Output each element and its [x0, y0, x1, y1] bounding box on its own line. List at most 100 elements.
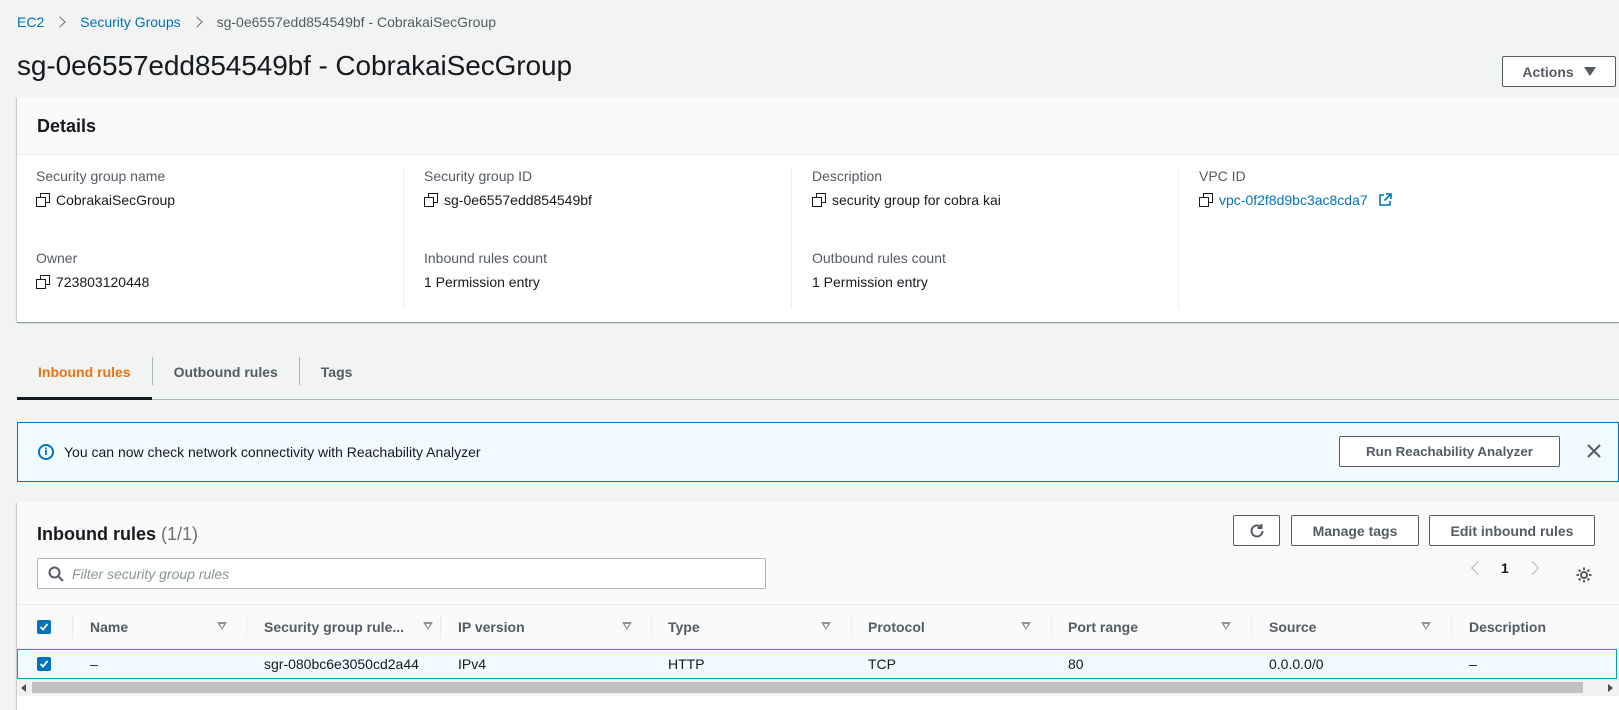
field-value: sg-0e6557edd854549bf [444, 192, 592, 208]
column-separator [440, 616, 441, 638]
column-divider [791, 169, 792, 309]
field-description: Description security group for cobra kai [812, 168, 1001, 208]
edit-inbound-rules-button[interactable]: Edit inbound rules [1429, 515, 1595, 546]
chevron-right-icon [190, 16, 203, 28]
field-value: 1 Permission entry [424, 274, 540, 290]
column-header-source[interactable]: Source [1269, 605, 1316, 649]
cell-name: – [90, 656, 98, 672]
row-checkbox[interactable] [37, 657, 51, 671]
filter-rules-input[interactable] [72, 565, 712, 582]
filter-search-box [37, 558, 766, 589]
sort-icon[interactable] [821, 622, 831, 630]
field-label: Security group ID [424, 168, 533, 184]
column-separator [72, 616, 73, 638]
breadcrumb-link-security-groups[interactable]: Security Groups [80, 14, 180, 30]
column-separator [1251, 616, 1252, 638]
sort-icon[interactable] [1221, 622, 1231, 630]
table-header: Name Security group rule... IP version T… [17, 604, 1619, 649]
field-value: security group for cobra kai [832, 192, 1001, 208]
field-label: Security group name [36, 168, 166, 184]
scrollbar-thumb[interactable] [32, 682, 1583, 693]
rules-count: (1/1) [161, 524, 199, 544]
search-icon [48, 566, 64, 582]
column-separator [851, 616, 852, 638]
sort-icon[interactable] [423, 622, 433, 630]
tab-bar: Inbound rules Outbound rules Tags [17, 353, 1619, 400]
run-reachability-analyzer-button[interactable]: Run Reachability Analyzer [1339, 436, 1560, 467]
breadcrumb-link-ec2[interactable]: EC2 [17, 14, 44, 30]
copy-icon[interactable] [36, 275, 50, 289]
pagination: 1 [1470, 560, 1539, 576]
sort-icon[interactable] [622, 622, 632, 630]
column-header-type[interactable]: Type [668, 605, 700, 649]
refresh-icon [1250, 523, 1263, 537]
cell-description: – [1469, 656, 1477, 672]
field-outbound-rules-count: Outbound rules count 1 Permission entry [812, 250, 946, 290]
field-security-group-name: Security group name CobrakaiSecGroup [36, 168, 175, 208]
field-value: 723803120448 [56, 274, 150, 290]
field-vpc-id: VPC ID vpc-0f2f8d9bc3ac8cda7 [1199, 168, 1392, 208]
column-separator [1051, 616, 1052, 638]
field-inbound-rules-count: Inbound rules count 1 Permission entry [424, 250, 547, 290]
flash-message: You can now check network connectivity w… [64, 444, 481, 460]
tab-tags[interactable]: Tags [300, 353, 374, 399]
copy-icon[interactable] [36, 193, 50, 207]
scroll-left-arrow[interactable] [21, 684, 26, 692]
check-icon [39, 623, 49, 631]
scroll-right-arrow[interactable] [1608, 684, 1613, 692]
gear-icon[interactable] [1575, 566, 1593, 584]
refresh-button[interactable] [1233, 515, 1280, 546]
vpc-id-link[interactable]: vpc-0f2f8d9bc3ac8cda7 [1219, 192, 1368, 208]
sort-icon[interactable] [217, 622, 227, 630]
column-header-description[interactable]: Description [1469, 605, 1546, 649]
tab-inbound-rules[interactable]: Inbound rules [17, 353, 152, 400]
field-label: Outbound rules count [812, 250, 946, 266]
breadcrumb-current: sg-0e6557edd854549bf - CobrakaiSecGroup [216, 14, 497, 30]
column-divider [403, 169, 404, 309]
column-header-protocol[interactable]: Protocol [868, 605, 925, 649]
copy-icon[interactable] [1199, 193, 1213, 207]
chevron-right-icon[interactable] [1524, 560, 1539, 576]
field-label: VPC ID [1199, 168, 1246, 184]
manage-tags-button[interactable]: Manage tags [1291, 515, 1419, 546]
chevron-left-icon[interactable] [1470, 560, 1486, 576]
cell-protocol: TCP [868, 656, 896, 672]
field-security-group-id: Security group ID sg-0e6557edd854549bf [424, 168, 592, 208]
rules-title-text: Inbound rules [37, 524, 156, 544]
page-number[interactable]: 1 [1501, 560, 1509, 576]
rules-title: Inbound rules (1/1) [37, 524, 198, 545]
external-link-icon[interactable] [1378, 193, 1392, 207]
chevron-right-icon [54, 16, 66, 28]
field-label: Description [812, 168, 883, 184]
info-flashbar: i You can now check network connectivity… [17, 422, 1619, 482]
actions-button-label: Actions [1522, 63, 1574, 80]
column-header-name[interactable]: Name [90, 605, 128, 649]
column-separator [651, 616, 652, 638]
table-row[interactable]: – sgr-080bc6e3050cd2a44 IPv4 HTTP TCP 80… [17, 649, 1617, 679]
horizontal-scrollbar[interactable] [17, 679, 1619, 696]
caret-down-icon [1583, 67, 1596, 76]
cell-type: HTTP [668, 656, 705, 672]
field-value: CobrakaiSecGroup [56, 192, 176, 208]
sort-icon[interactable] [1021, 622, 1031, 630]
column-header-rule-id[interactable]: Security group rule... [264, 605, 404, 649]
details-panel: Details Security group name CobrakaiSecG… [17, 97, 1619, 322]
field-owner: Owner 723803120448 [36, 250, 149, 290]
select-all-checkbox[interactable] [37, 620, 51, 634]
copy-icon[interactable] [812, 193, 826, 207]
copy-icon[interactable] [424, 193, 438, 207]
cell-source: 0.0.0.0/0 [1269, 656, 1324, 672]
tab-outbound-rules[interactable]: Outbound rules [153, 353, 299, 399]
close-icon[interactable] [1586, 443, 1602, 459]
cell-port-range: 80 [1068, 656, 1084, 672]
cell-ip-version: IPv4 [458, 656, 487, 672]
page-title: sg-0e6557edd854549bf - CobrakaiSecGroup [17, 50, 572, 81]
column-header-ip-version[interactable]: IP version [458, 605, 525, 649]
sort-icon[interactable] [1421, 622, 1431, 630]
actions-button[interactable]: Actions [1502, 56, 1616, 87]
field-label: Owner [36, 250, 78, 266]
column-header-port-range[interactable]: Port range [1068, 605, 1138, 649]
breadcrumb: EC2 Security Groups sg-0e6557edd854549bf… [17, 13, 496, 31]
details-heading: Details [17, 97, 1619, 155]
column-separator [246, 616, 247, 638]
